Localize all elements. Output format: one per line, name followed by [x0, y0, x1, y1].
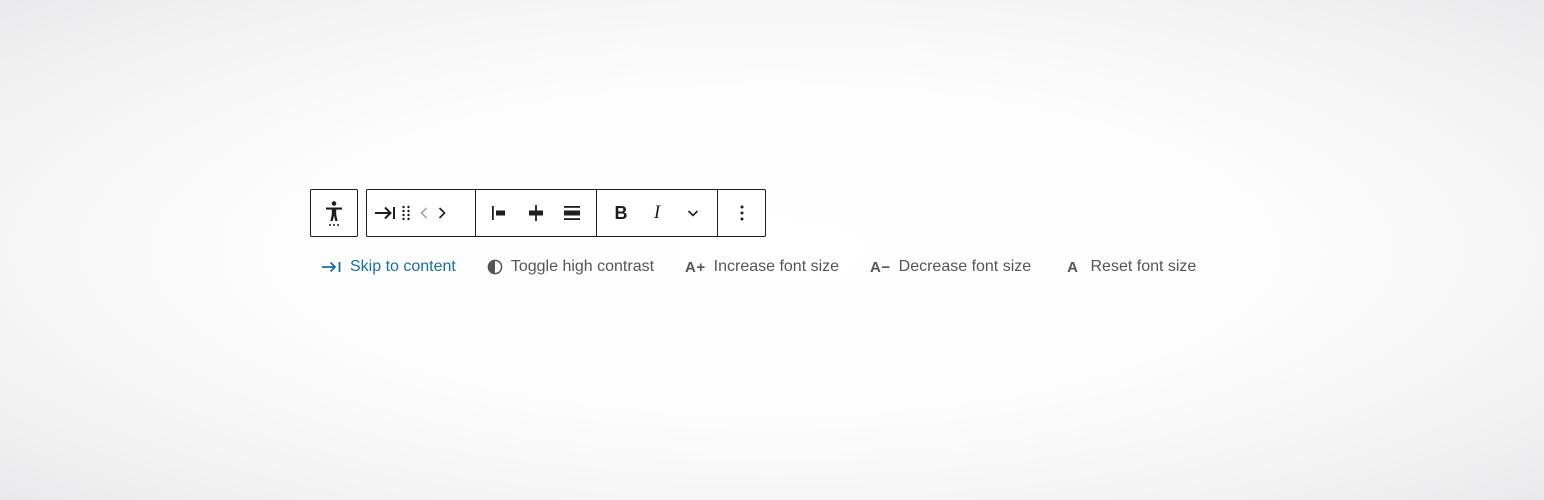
chevron-left-icon [420, 207, 428, 219]
italic-label: I [653, 202, 661, 223]
more-vertical-icon [740, 205, 743, 221]
editor-toolbar-row: B I [310, 189, 766, 237]
block-toolbar: B I [366, 189, 766, 237]
bold-button[interactable]: B [603, 195, 639, 231]
accessibility-links: Skip to content Toggle high contrast A+ … [321, 256, 1196, 278]
options-group [717, 190, 765, 236]
drag-handle[interactable] [397, 195, 415, 231]
decrease-font-label: Decrease font size [898, 258, 1032, 275]
font-reset-icon: A [1067, 258, 1079, 276]
align-left-icon [492, 206, 505, 220]
alignment-group [475, 190, 596, 236]
accessibility-person-icon [326, 201, 342, 226]
more-formatting-button[interactable] [675, 195, 711, 231]
move-right-button[interactable] [433, 195, 451, 231]
increase-font-link[interactable]: A+ Increase font size [685, 258, 839, 276]
decrease-font-link[interactable]: A− Decrease font size [870, 258, 1031, 276]
font-decrease-icon: A− [870, 258, 891, 276]
increase-font-label: Increase font size [713, 258, 840, 275]
chevron-right-icon [438, 207, 446, 219]
align-center-icon [529, 205, 543, 221]
skip-to-content-label: Skip to content [350, 258, 456, 275]
reset-font-link[interactable]: A Reset font size [1067, 258, 1196, 276]
formatting-group: B I [596, 190, 717, 236]
options-button[interactable] [724, 195, 760, 231]
skip-to-content-link[interactable]: Skip to content [321, 258, 456, 276]
align-wide-button[interactable] [554, 195, 590, 231]
toggle-contrast-label: Toggle high contrast [510, 258, 655, 275]
drag-dots-icon [402, 205, 410, 221]
block-controls-group [367, 190, 475, 236]
arrow-right-bar-icon [375, 206, 395, 220]
half-circle-icon [487, 259, 503, 275]
arrow-right-bar-icon [321, 259, 342, 275]
align-wide-icon [564, 206, 580, 220]
align-left-button[interactable] [482, 195, 518, 231]
accessibility-button[interactable] [310, 189, 358, 237]
toggle-contrast-link[interactable]: Toggle high contrast [487, 258, 654, 276]
chevron-down-icon [687, 210, 699, 217]
align-center-button[interactable] [518, 195, 554, 231]
reset-font-label: Reset font size [1090, 258, 1197, 275]
bold-label: B [614, 202, 628, 223]
skip-arrow-button[interactable] [373, 195, 397, 231]
move-left-button[interactable] [415, 195, 433, 231]
font-increase-icon: A+ [685, 258, 706, 276]
italic-button[interactable]: I [639, 195, 675, 231]
